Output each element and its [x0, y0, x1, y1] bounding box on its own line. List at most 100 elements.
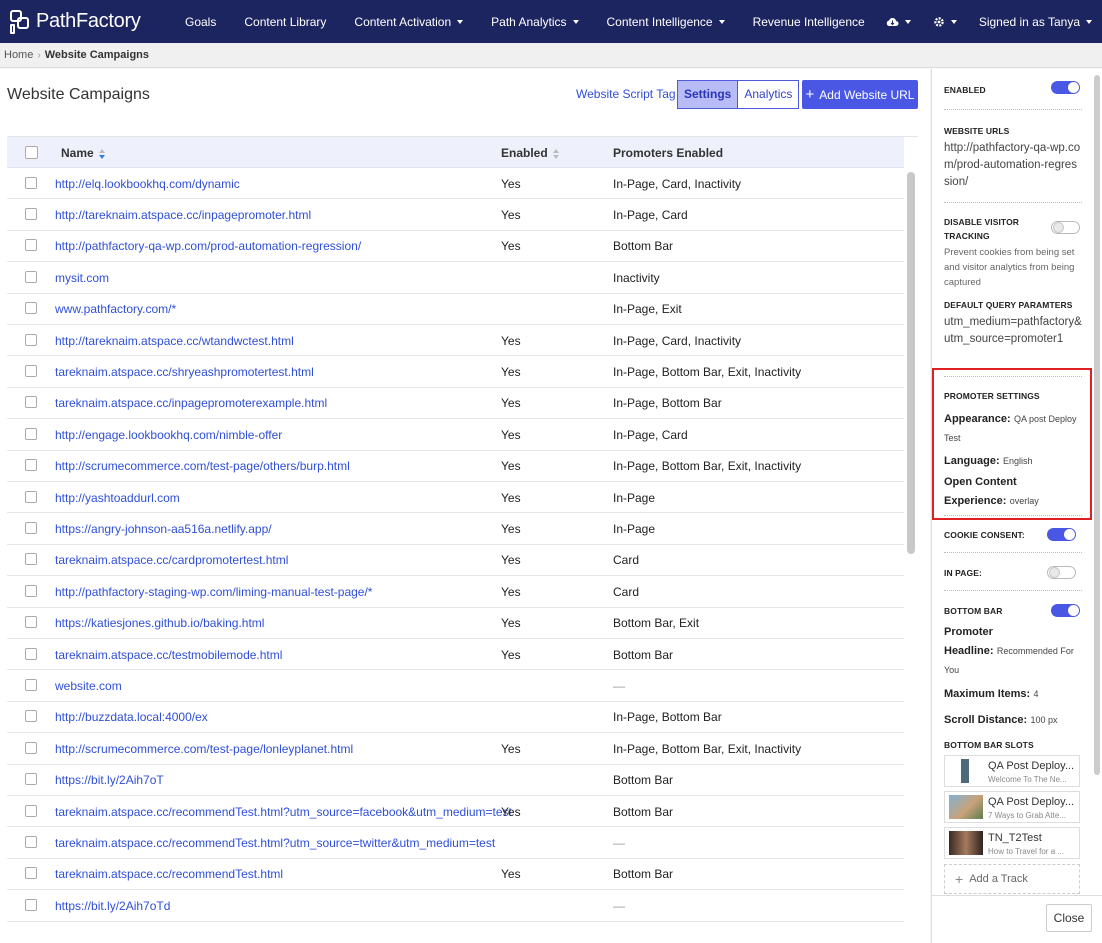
row-checkbox[interactable]	[25, 427, 37, 440]
table-row[interactable]: http://tareknaim.atspace.cc/inpagepromot…	[7, 199, 904, 231]
breadcrumb-home[interactable]: Home	[4, 49, 33, 61]
row-url-link[interactable]: http://tareknaim.atspace.cc/inpagepromot…	[55, 207, 485, 223]
table-row[interactable]: https://bit.ly/2Aih7oTd —	[7, 890, 904, 922]
row-url-link[interactable]: https://katiesjones.github.io/baking.htm…	[55, 615, 485, 631]
row-url-link[interactable]: http://engage.lookbookhq.com/nimble-offe…	[55, 427, 485, 443]
nav-revenue-intelligence[interactable]: Revenue Intelligence	[753, 15, 865, 29]
cookie-consent-toggle[interactable]	[1047, 528, 1076, 541]
row-url-link[interactable]: tareknaim.atspace.cc/recommendTest.html	[55, 866, 485, 882]
add-track-button[interactable]: + Add a Track	[944, 864, 1080, 894]
row-url-link[interactable]: http://pathfactory-qa-wp.com/prod-automa…	[55, 238, 485, 254]
row-checkbox[interactable]	[25, 176, 37, 189]
bottom-bar-slot[interactable]: QA Post Deploy... 7 Ways to Grab Atte...	[944, 791, 1080, 823]
table-row[interactable]: tareknaim.atspace.cc/inpagepromoterexamp…	[7, 388, 904, 420]
table-row[interactable]: https://katiesjones.github.io/baking.htm…	[7, 608, 904, 639]
row-checkbox[interactable]	[25, 773, 37, 786]
row-checkbox[interactable]	[25, 270, 37, 283]
table-row[interactable]: tareknaim.atspace.cc/recommendTest.html Y…	[7, 859, 904, 891]
row-checkbox[interactable]	[25, 616, 37, 629]
table-row[interactable]: tareknaim.atspace.cc/testmobilemode.html…	[7, 639, 904, 671]
row-checkbox[interactable]	[25, 867, 37, 880]
table-row[interactable]: http://elq.lookbookhq.com/dynamic Yes In-P…	[7, 168, 904, 200]
row-checkbox[interactable]	[25, 836, 37, 849]
panel-scrollbar[interactable]	[1094, 75, 1100, 775]
row-url-link[interactable]: http://tareknaim.atspace.cc/wtandwctest.…	[55, 333, 485, 349]
row-checkbox[interactable]	[25, 239, 37, 252]
table-row[interactable]: http://tareknaim.atspace.cc/wtandwctest.…	[7, 325, 904, 357]
row-url-link[interactable]: https://bit.ly/2Aih7oTd	[55, 898, 485, 914]
enabled-toggle[interactable]	[1051, 81, 1080, 94]
in-page-toggle[interactable]	[1047, 566, 1076, 579]
table-row[interactable]: http://pathfactory-staging-wp.com/liming…	[7, 576, 904, 608]
logo[interactable]: PathFactory	[10, 9, 160, 34]
row-checkbox[interactable]	[25, 490, 37, 503]
row-checkbox[interactable]	[25, 679, 37, 692]
row-checkbox[interactable]	[25, 302, 37, 315]
table-row[interactable]: http://yashtoaddurl.com Yes In-Page	[7, 482, 904, 514]
settings-menu[interactable]	[933, 16, 957, 28]
nav-content-library[interactable]: Content Library	[244, 15, 326, 29]
row-checkbox[interactable]	[25, 804, 37, 817]
nav-content-intelligence[interactable]: Content Intelligence	[607, 15, 725, 29]
row-url-link[interactable]: tareknaim.atspace.cc/cardpromotertest.ht…	[55, 552, 485, 568]
table-row[interactable]: tareknaim.atspace.cc/recommendTest.html?…	[7, 827, 904, 859]
table-row[interactable]: https://angry-johnson-aa516a.netlify.app…	[7, 513, 904, 545]
row-url-link[interactable]: https://bit.ly/2Aih7oT	[55, 772, 485, 788]
bottom-bar-slot[interactable]: QA Post Deploy... Welcome To The Ne...	[944, 755, 1080, 787]
row-url-link[interactable]: tareknaim.atspace.cc/recommendTest.html?…	[55, 804, 512, 820]
close-button[interactable]: Close	[1046, 904, 1092, 932]
row-checkbox[interactable]	[25, 396, 37, 409]
tab-settings[interactable]: Settings	[677, 80, 738, 109]
row-checkbox[interactable]	[25, 553, 37, 566]
row-checkbox[interactable]	[25, 898, 37, 911]
row-url-link[interactable]: http://scrumecommerce.com/test-page/othe…	[55, 458, 485, 474]
row-checkbox[interactable]	[25, 710, 37, 723]
column-enabled-header[interactable]: Enabled	[501, 146, 560, 160]
row-url-link[interactable]: http://yashtoaddurl.com	[55, 490, 485, 506]
nav-goals[interactable]: Goals	[185, 15, 216, 29]
row-url-link[interactable]: https://angry-johnson-aa516a.netlify.app…	[55, 521, 485, 537]
table-row[interactable]: http://scrumecommerce.com/test-page/othe…	[7, 451, 904, 482]
row-checkbox[interactable]	[25, 333, 37, 346]
table-row[interactable]: http://pathfactory-qa-wp.com/prod-automa…	[7, 231, 904, 263]
table-row[interactable]: tareknaim.atspace.cc/recommendTest.html?…	[7, 796, 904, 828]
table-row[interactable]: http://engage.lookbookhq.com/nimble-offe…	[7, 419, 904, 451]
row-url-link[interactable]: mysit.com	[55, 270, 485, 286]
row-checkbox[interactable]	[25, 647, 37, 660]
add-website-url-button[interactable]: + Add Website URL	[802, 80, 918, 109]
row-url-link[interactable]: tareknaim.atspace.cc/shryeashpromotertes…	[55, 364, 485, 380]
table-row[interactable]: https://bit.ly/2Aih7oT Bottom Bar	[7, 765, 904, 796]
website-script-tag-link[interactable]: Website Script Tag	[576, 87, 676, 101]
row-checkbox[interactable]	[25, 741, 37, 754]
row-url-link[interactable]: http://elq.lookbookhq.com/dynamic	[55, 176, 485, 192]
row-url-link[interactable]: http://pathfactory-staging-wp.com/liming…	[55, 584, 485, 600]
row-checkbox[interactable]	[25, 459, 37, 472]
bottom-bar-toggle[interactable]	[1051, 604, 1080, 617]
cloud-menu[interactable]	[886, 17, 911, 27]
table-row[interactable]: tareknaim.atspace.cc/shryeashpromotertes…	[7, 356, 904, 388]
table-scrollbar[interactable]	[907, 172, 915, 554]
row-url-link[interactable]: tareknaim.atspace.cc/inpagepromoterexamp…	[55, 395, 485, 411]
table-row[interactable]: http://scrumecommerce.com/test-page/lonl…	[7, 733, 904, 765]
row-checkbox[interactable]	[25, 208, 37, 221]
table-row[interactable]: http://buzzdata.local:4000/ex In-Page, Bo…	[7, 702, 904, 734]
table-row[interactable]: mysit.com Inactivity	[7, 262, 904, 294]
column-name-header[interactable]: Name	[61, 146, 106, 160]
bottom-bar-slot[interactable]: TN_T2Test How to Travel for a ...	[944, 827, 1080, 859]
row-checkbox[interactable]	[25, 584, 37, 597]
nav-path-analytics[interactable]: Path Analytics	[491, 15, 579, 29]
row-checkbox[interactable]	[25, 365, 37, 378]
disable-tracking-toggle[interactable]	[1051, 221, 1080, 234]
table-row[interactable]: tareknaim.atspace.cc/cardpromotertest.ht…	[7, 545, 904, 577]
row-url-link[interactable]: http://buzzdata.local:4000/ex	[55, 709, 485, 725]
user-menu[interactable]: Signed in as Tanya	[979, 15, 1092, 29]
nav-content-activation[interactable]: Content Activation	[354, 15, 464, 29]
row-url-link[interactable]: www.pathfactory.com/*	[55, 301, 485, 317]
row-url-link[interactable]: website.com	[55, 678, 485, 694]
row-url-link[interactable]: tareknaim.atspace.cc/testmobilemode.html	[55, 647, 485, 663]
table-row[interactable]: website.com —	[7, 670, 904, 702]
row-checkbox[interactable]	[25, 522, 37, 535]
row-url-link[interactable]: tareknaim.atspace.cc/recommendTest.html?…	[55, 835, 495, 851]
tab-analytics[interactable]: Analytics	[737, 80, 800, 109]
table-row[interactable]: www.pathfactory.com/* In-Page, Exit	[7, 294, 904, 325]
